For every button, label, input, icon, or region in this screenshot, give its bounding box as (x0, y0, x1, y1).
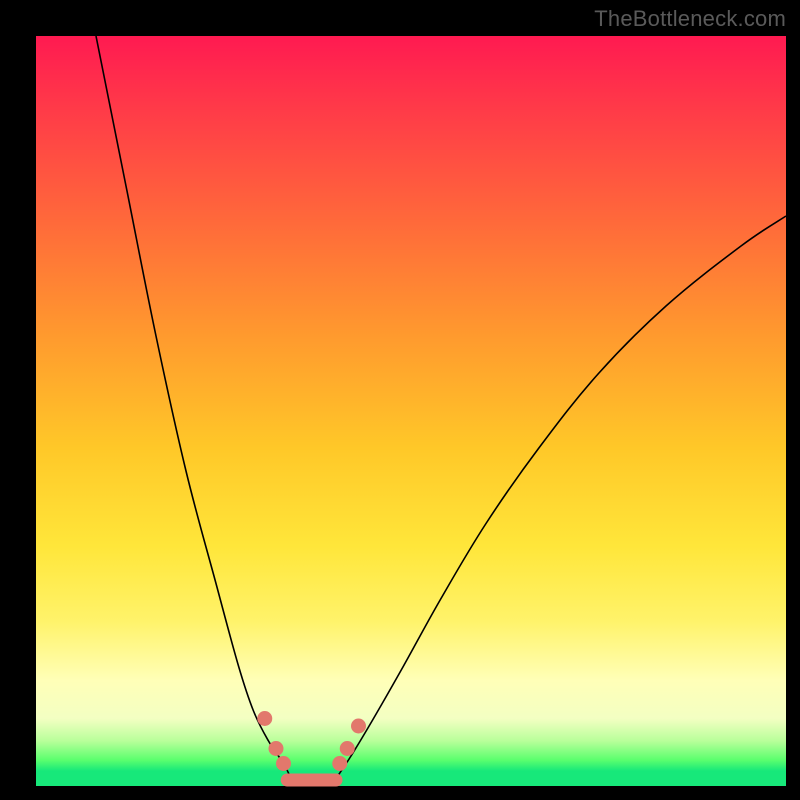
outer-frame: TheBottleneck.com (0, 0, 800, 800)
watermark-text: TheBottleneck.com (594, 6, 786, 32)
marker-dots-group (257, 711, 366, 771)
marker-dot (276, 756, 291, 771)
plot-area (36, 36, 786, 786)
marker-dot (351, 719, 366, 734)
curve-right-branch (336, 216, 786, 779)
marker-dot (332, 756, 347, 771)
marker-dot (340, 741, 355, 756)
marker-dot (257, 711, 272, 726)
curve-svg (36, 36, 786, 786)
marker-dot (269, 741, 284, 756)
curve-left-branch (96, 36, 291, 779)
